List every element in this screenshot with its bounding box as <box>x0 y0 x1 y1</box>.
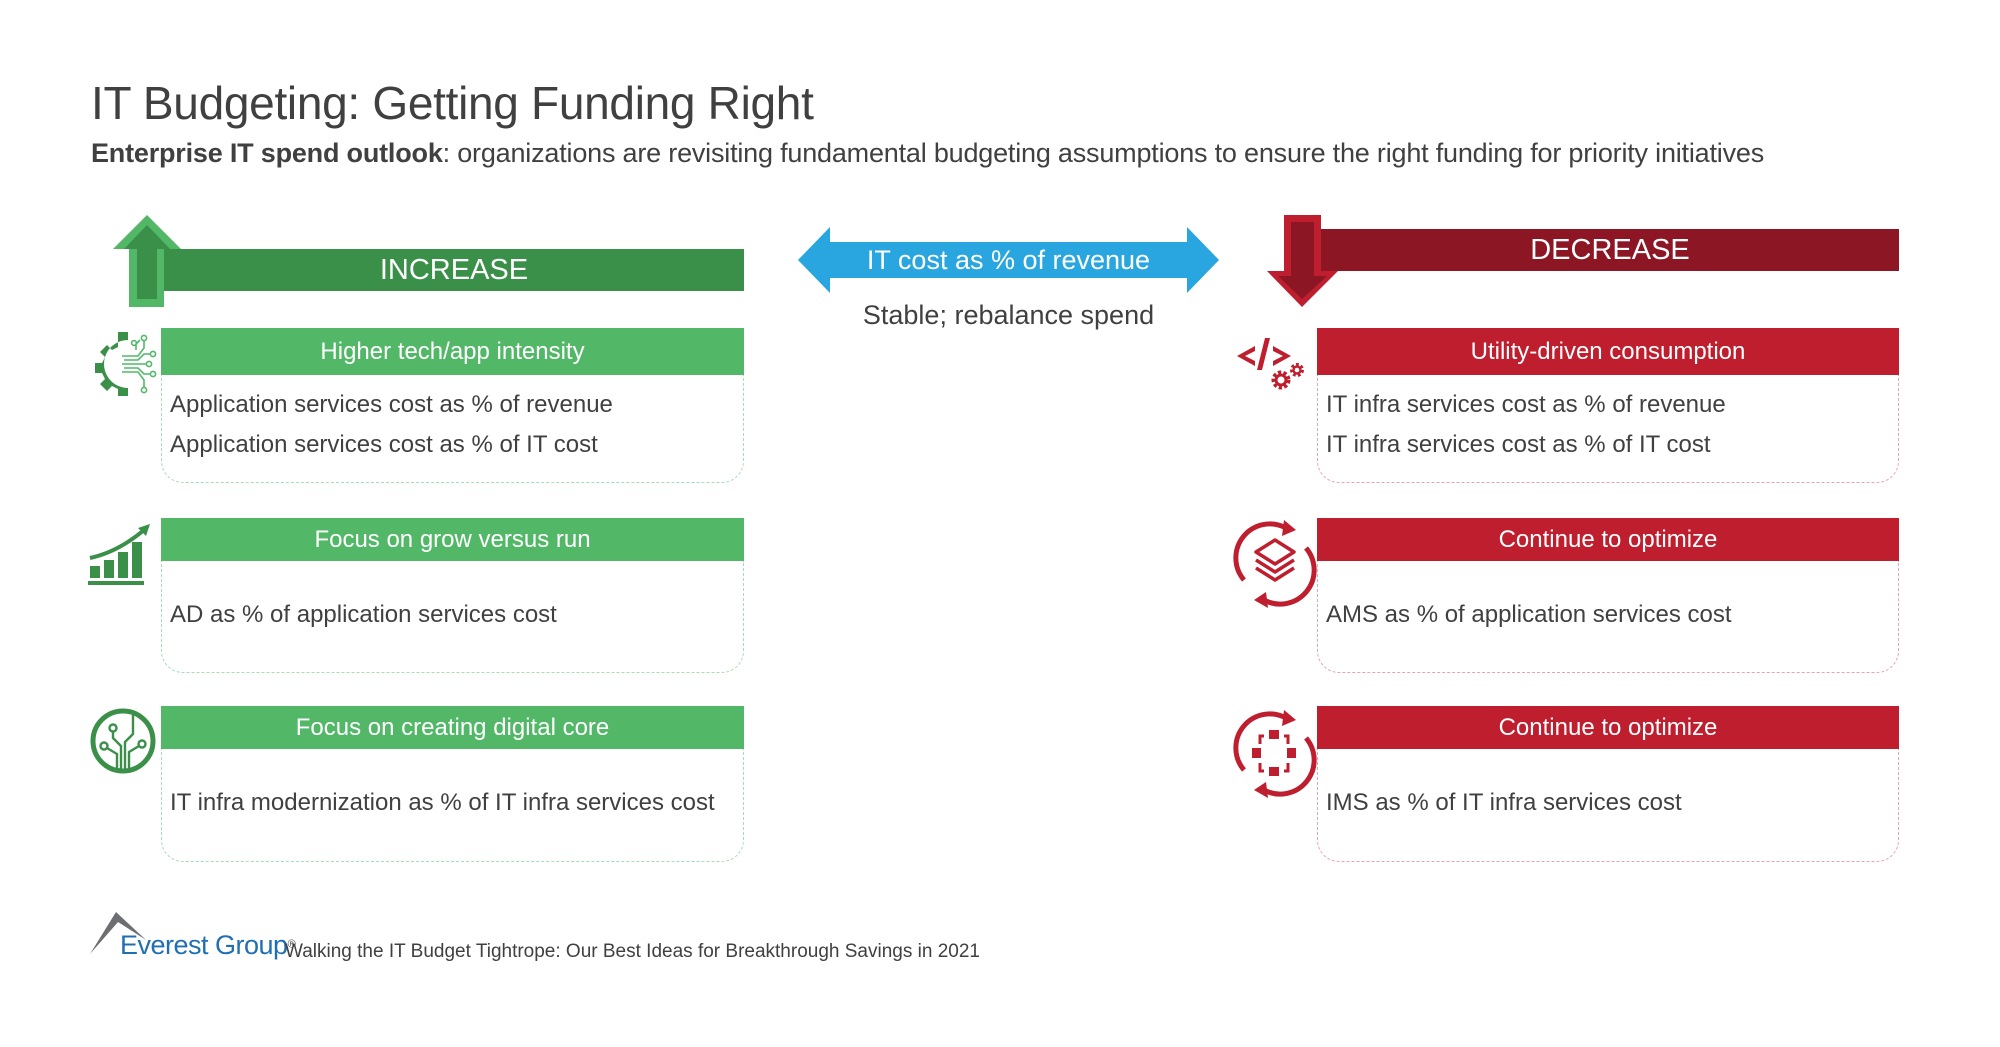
card-body: Application services cost as % of revenu… <box>161 375 744 483</box>
card-heading: Focus on grow versus run <box>161 518 744 561</box>
refresh-network-icon <box>1233 710 1317 798</box>
card-body: IMS as % of IT infra services cost <box>1317 749 1899 862</box>
card-line: AMS as % of application services cost <box>1326 601 1732 628</box>
card-line: AD as % of application services cost <box>170 601 557 628</box>
decrease-label: DECREASE <box>1530 233 1690 266</box>
decrease-card-1: Utility-driven consumption IT infra serv… <box>1317 328 1899 483</box>
card-line: IT infra modernization as % of IT infra … <box>170 789 715 816</box>
card-body: AD as % of application services cost <box>161 561 744 673</box>
decrease-card-2: Continue to optimize AMS as % of applica… <box>1317 518 1899 673</box>
card-body: IT infra modernization as % of IT infra … <box>161 749 744 862</box>
gear-circuit-icon <box>95 332 157 396</box>
card-line: Application services cost as % of IT cos… <box>170 431 598 458</box>
card-line: Application services cost as % of revenu… <box>170 391 613 418</box>
card-heading: Utility-driven consumption <box>1317 328 1899 375</box>
center-note: Stable; rebalance spend <box>862 300 1155 330</box>
decrease-card-3: Continue to optimize IMS as % of IT infr… <box>1317 706 1899 862</box>
center-arrow-label: IT cost as % of revenue <box>866 244 1151 275</box>
card-heading: Continue to optimize <box>1317 706 1899 749</box>
increase-card-2: Focus on grow versus run AD as % of appl… <box>161 518 744 673</box>
footer-tagline: Walking the IT Budget Tightrope: Our Bes… <box>285 941 980 962</box>
footer-brand: Everest Group® <box>120 930 296 961</box>
code-gears-icon <box>1237 338 1304 390</box>
increase-card-1: Higher tech/app intensity Application se… <box>161 328 744 483</box>
card-body: AMS as % of application services cost <box>1317 561 1899 673</box>
card-heading: Focus on creating digital core <box>161 706 744 749</box>
growth-chart-icon <box>88 524 150 585</box>
increase-card-3: Focus on creating digital core IT infra … <box>161 706 744 862</box>
card-line: IMS as % of IT infra services cost <box>1326 789 1682 816</box>
card-line: IT infra services cost as % of revenue <box>1326 391 1726 418</box>
digital-core-circuit-icon <box>90 708 156 774</box>
footer-brand-name: Everest Group <box>120 930 288 960</box>
card-line: IT infra services cost as % of IT cost <box>1326 431 1711 458</box>
increase-label: INCREASE <box>379 253 529 286</box>
card-heading: Continue to optimize <box>1317 518 1899 561</box>
card-heading: Higher tech/app intensity <box>161 328 744 375</box>
card-body: IT infra services cost as % of revenue I… <box>1317 375 1899 483</box>
refresh-layers-icon <box>1233 520 1317 608</box>
